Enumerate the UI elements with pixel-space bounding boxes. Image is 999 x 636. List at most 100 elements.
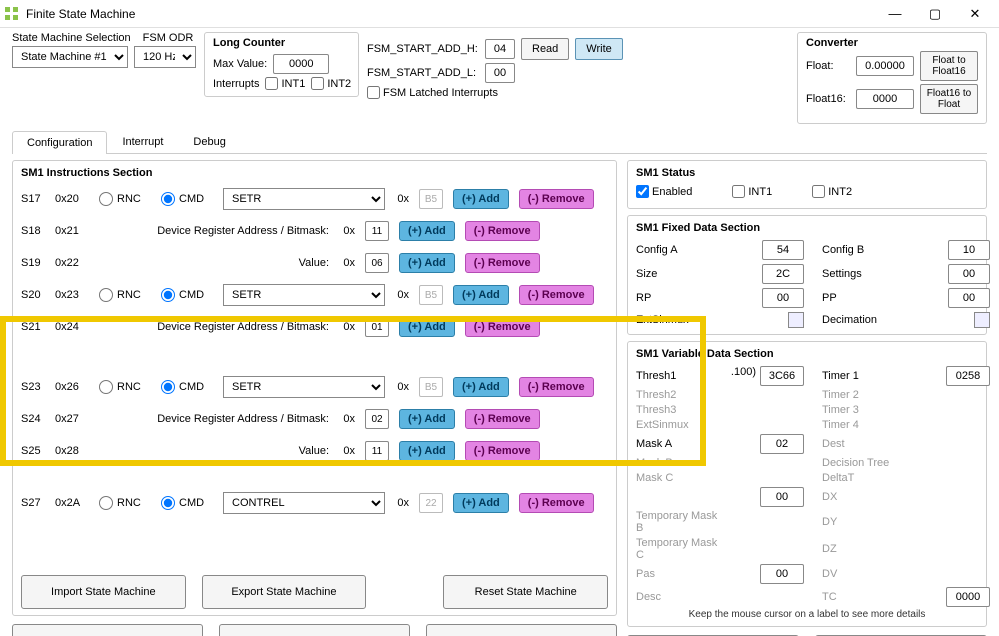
pp-input[interactable] — [948, 288, 990, 308]
reset-sm-button[interactable]: Reset State Machine — [443, 575, 608, 609]
rp-input[interactable] — [762, 288, 804, 308]
instruction-row: S25 0x28 Value: 0x 11 (+) Add (-) Remove — [21, 435, 596, 467]
title-bar: Finite State Machine — ▢ ✕ — [0, 0, 999, 28]
step-id: S24 — [21, 413, 45, 425]
lc-int1-checkbox[interactable] — [265, 77, 278, 90]
step-addr: 0x28 — [55, 445, 89, 457]
value-box[interactable]: B5 — [419, 285, 443, 305]
enabled-checkbox[interactable] — [636, 185, 649, 198]
tc-input[interactable] — [946, 587, 990, 607]
value-box[interactable]: 02 — [365, 409, 389, 429]
add-button[interactable]: (+) Add — [399, 221, 455, 241]
write-button[interactable]: Write — [575, 38, 622, 60]
thresh1-input[interactable] — [760, 366, 804, 386]
step-addr: 0x22 — [55, 257, 89, 269]
remove-button[interactable]: (-) Remove — [465, 253, 540, 273]
fsm-start-l-label: FSM_START_ADD_L: — [367, 67, 479, 79]
value-box[interactable]: 01 — [365, 317, 389, 337]
import-sm-button[interactable]: Import State Machine — [21, 575, 186, 609]
value-box[interactable]: B5 — [419, 189, 443, 209]
lc-int2-checkbox[interactable] — [311, 77, 324, 90]
add-button[interactable]: (+) Add — [453, 189, 509, 209]
instruction-row: S19 0x22 Value: 0x 06 (+) Add (-) Remove — [21, 247, 596, 279]
status-int2-checkbox[interactable] — [812, 185, 825, 198]
minimize-button[interactable]: — — [875, 1, 915, 27]
tab-debug[interactable]: Debug — [178, 130, 240, 153]
close-button[interactable]: ✕ — [955, 1, 995, 27]
settings-input[interactable] — [948, 264, 990, 284]
scrollbar-thumb-bottom[interactable] — [596, 559, 606, 573]
scrollbar-thumb-top[interactable] — [596, 183, 606, 197]
tmaskA-input[interactable] — [760, 487, 804, 507]
value-box[interactable]: B5 — [419, 377, 443, 397]
remove-button[interactable]: (-) Remove — [465, 317, 540, 337]
rnc-radio[interactable] — [99, 192, 113, 206]
maskA-input[interactable] — [760, 434, 804, 454]
step-id: S23 — [21, 381, 45, 393]
value-box[interactable]: 11 — [365, 441, 389, 461]
value-box[interactable]: 22 — [419, 493, 443, 513]
status-int1-checkbox[interactable] — [732, 185, 745, 198]
decimation-checkbox[interactable] — [974, 312, 990, 328]
float16-input[interactable] — [856, 89, 914, 109]
configB-input[interactable] — [948, 240, 990, 260]
remove-button[interactable]: (-) Remove — [519, 377, 594, 397]
timer1-input[interactable] — [946, 366, 990, 386]
remove-button[interactable]: (-) Remove — [519, 493, 594, 513]
add-button[interactable]: (+) Add — [399, 441, 455, 461]
op-select[interactable]: SETR — [223, 284, 385, 306]
float-input[interactable] — [856, 56, 914, 76]
cmd-radio[interactable] — [161, 380, 175, 394]
size-input[interactable] — [762, 264, 804, 284]
tab-configuration[interactable]: Configuration — [12, 131, 107, 154]
remove-button[interactable]: (-) Remove — [519, 285, 594, 305]
pas-input[interactable] — [760, 564, 804, 584]
step-id: S21 — [21, 321, 45, 333]
float16-to-float-button[interactable]: Float16 to Float — [920, 84, 978, 114]
add-button[interactable]: (+) Add — [453, 377, 509, 397]
sm-select-label: State Machine Selection — [12, 32, 131, 44]
remove-button[interactable]: (-) Remove — [519, 189, 594, 209]
export-sm-button[interactable]: Export State Machine — [202, 575, 367, 609]
op-select[interactable]: CONTREL — [223, 492, 385, 514]
remove-button[interactable]: (-) Remove — [465, 409, 540, 429]
float-to-float16-button[interactable]: Float to Float16 — [920, 51, 978, 81]
sm-select[interactable]: State Machine #1 — [12, 46, 128, 68]
fsm-start-h-input[interactable] — [485, 39, 515, 59]
value-box[interactable]: 06 — [365, 253, 389, 273]
add-button[interactable]: (+) Add — [399, 253, 455, 273]
max-value-input[interactable] — [273, 54, 329, 74]
fsm-start-l-input[interactable] — [485, 63, 515, 83]
odr-select[interactable]: 120 Hz — [134, 46, 196, 68]
op-select[interactable]: SETR — [223, 188, 385, 210]
instructions-scrollbar[interactable] — [596, 183, 606, 573]
fsm-latched-checkbox[interactable] — [367, 86, 380, 99]
cmd-radio[interactable] — [161, 192, 175, 206]
read-button[interactable]: Read — [521, 38, 569, 60]
read-fsm-button[interactable]: Read FSM Configuration — [12, 624, 203, 636]
cmd-radio[interactable] — [161, 496, 175, 510]
cmd-radio[interactable] — [161, 288, 175, 302]
reg-label: Device Register Address / Bitmask: — [99, 413, 331, 425]
add-button[interactable]: (+) Add — [453, 285, 509, 305]
remove-button[interactable]: (-) Remove — [465, 221, 540, 241]
op-select[interactable]: SETR — [223, 376, 385, 398]
tab-interrupt[interactable]: Interrupt — [107, 130, 178, 153]
maximize-button[interactable]: ▢ — [915, 1, 955, 27]
add-button[interactable]: (+) Add — [453, 493, 509, 513]
instruction-row: S24 0x27 Device Register Address / Bitma… — [21, 403, 596, 435]
rnc-radio[interactable] — [99, 380, 113, 394]
reset-all-button[interactable]: Reset All — [426, 624, 617, 636]
rnc-radio[interactable] — [99, 496, 113, 510]
configA-input[interactable] — [762, 240, 804, 260]
value-box[interactable]: 11 — [365, 221, 389, 241]
extsinmux-checkbox[interactable] — [788, 312, 804, 328]
rnc-radio[interactable] — [99, 288, 113, 302]
float-label: Float: — [806, 60, 850, 72]
interrupts-label: Interrupts — [213, 78, 259, 90]
write-fsm-button[interactable]: Write FSM Configuration — [219, 624, 410, 636]
step-addr: 0x21 — [55, 225, 89, 237]
remove-button[interactable]: (-) Remove — [465, 441, 540, 461]
add-button[interactable]: (+) Add — [399, 317, 455, 337]
add-button[interactable]: (+) Add — [399, 409, 455, 429]
